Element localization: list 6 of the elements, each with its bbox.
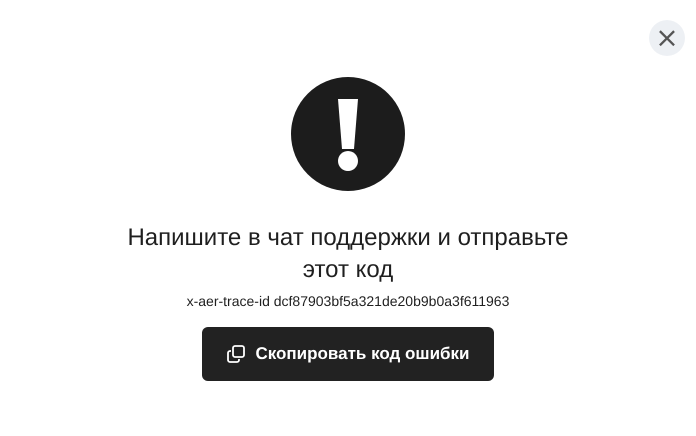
error-message: Напишите в чат поддержки и отправьте этот код (126, 223, 570, 285)
copy-icon (226, 344, 246, 364)
close-button[interactable]: × (649, 20, 685, 56)
copy-button[interactable]: Скопировать код ошибки (202, 327, 494, 381)
exclamation-icon (291, 77, 405, 191)
trace-id: x-aer-trace-id dcf87903bf5a321de20b9b0a3f611963 (186, 292, 510, 310)
